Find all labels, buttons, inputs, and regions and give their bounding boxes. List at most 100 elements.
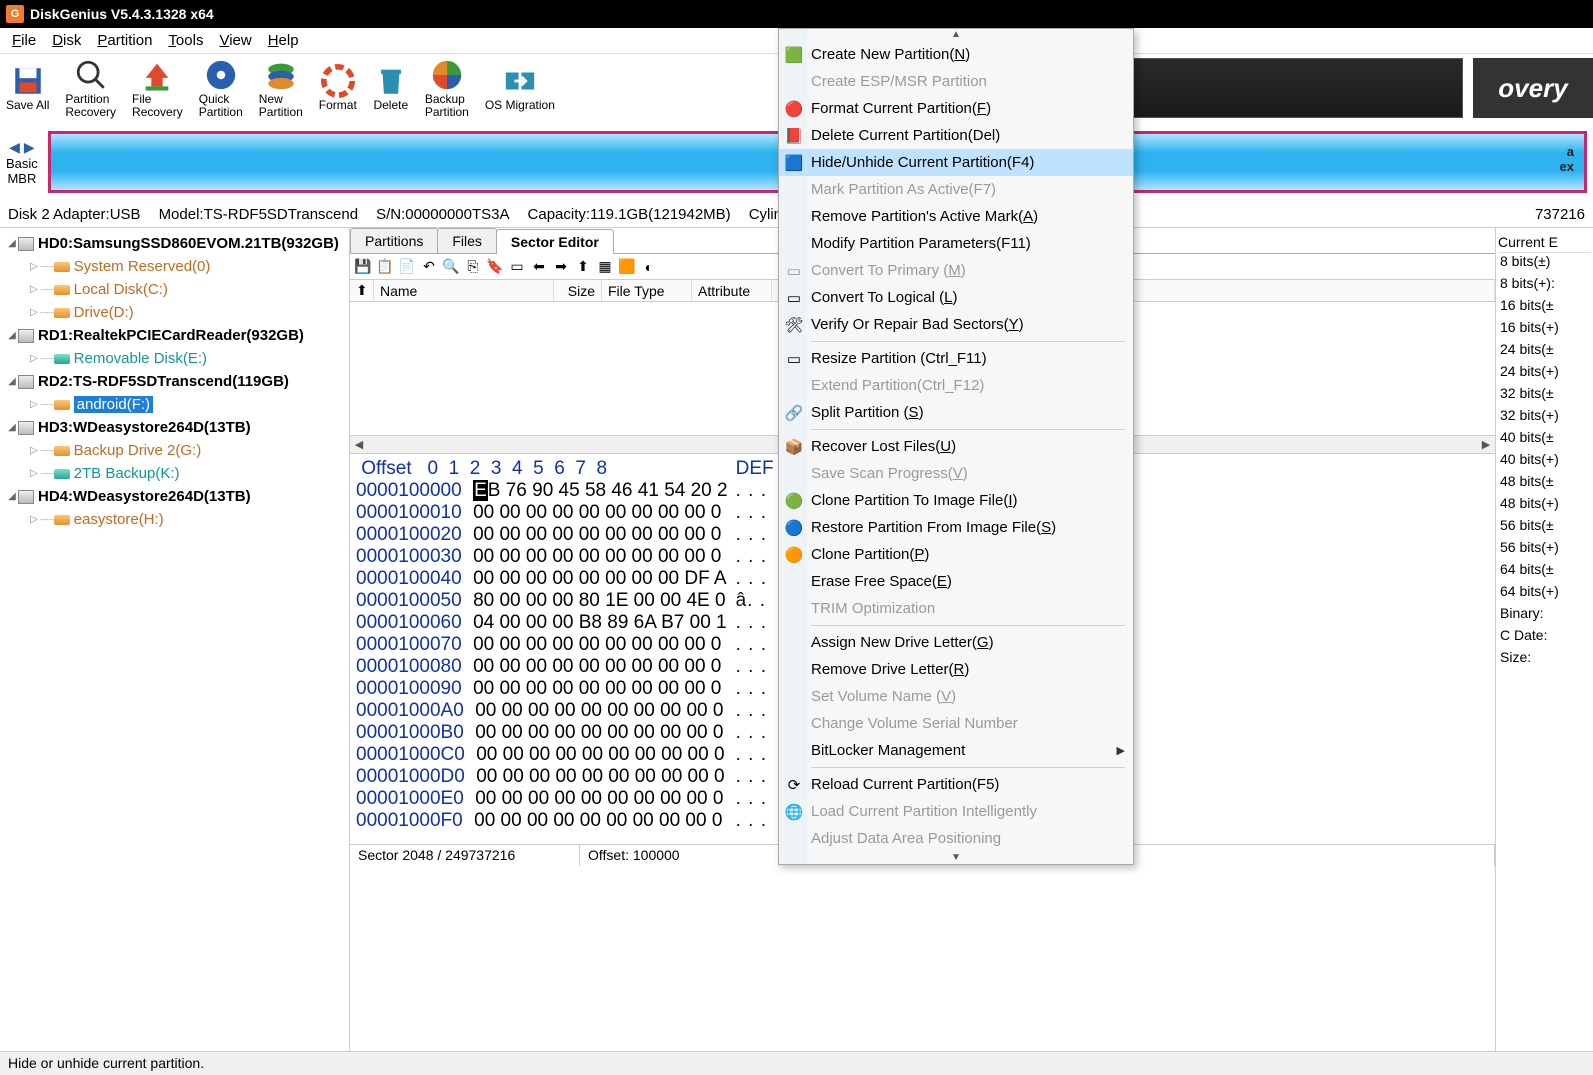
tree-volume-node[interactable]: ▷┈┈Backup Drive 2(G:): [2, 439, 347, 462]
ctx-item[interactable]: 📕Delete Current Partition(Del): [779, 122, 1133, 149]
ctx-item[interactable]: BitLocker Management▶: [779, 737, 1133, 764]
paste-icon[interactable]: 📄: [398, 258, 416, 276]
tree-volume-node[interactable]: ▷┈┈Drive(D:): [2, 301, 347, 324]
menu-view[interactable]: View: [211, 30, 259, 51]
tree-disk-node[interactable]: ◢HD4:WDeasystore264D(13TB): [2, 485, 347, 508]
nav-prev-icon[interactable]: ◀: [9, 139, 20, 156]
tb-new-partition[interactable]: New Partition: [259, 57, 303, 119]
menu-file[interactable]: File: [4, 30, 44, 51]
ctx-item[interactable]: Erase Free Space(E): [779, 568, 1133, 595]
col-name[interactable]: Name: [374, 280, 554, 301]
ctx-item[interactable]: 🔗Split Partition (S): [779, 399, 1133, 426]
tb-save-all[interactable]: Save All: [6, 63, 49, 112]
li-icon: 🌐: [785, 803, 803, 821]
menu-partition[interactable]: Partition: [89, 30, 160, 51]
ctx-item[interactable]: Remove Partition's Active Mark(A): [779, 203, 1133, 230]
ctx-item[interactable]: 📦Recover Lost Files(U): [779, 433, 1133, 460]
layers-icon: 🟩: [785, 46, 803, 64]
menu-scroll-up-icon[interactable]: ▲: [779, 29, 1133, 41]
tb-file-recovery[interactable]: File Recovery: [132, 57, 183, 119]
sector-icon[interactable]: ▭: [508, 258, 526, 276]
prev-icon[interactable]: ⬅: [530, 258, 548, 276]
ctx-item: Extend Partition(Ctrl_F12): [779, 372, 1133, 399]
migration-icon: [502, 63, 538, 99]
chart-icon[interactable]: ◐: [640, 258, 658, 276]
tb-os-migration[interactable]: OS Migration: [485, 63, 555, 112]
tb-delete[interactable]: Delete: [373, 63, 409, 112]
search-icon[interactable]: 🔍: [442, 258, 460, 276]
goto-icon[interactable]: ⎘: [464, 258, 482, 276]
menu-help[interactable]: Help: [260, 30, 307, 51]
ctx-item: Create ESP/MSR Partition: [779, 68, 1133, 95]
fmt-icon: 🔴: [785, 100, 803, 118]
copy-icon[interactable]: 📋: [376, 258, 394, 276]
tree-volume-node[interactable]: ▷┈┈2TB Backup(K:): [2, 462, 347, 485]
up-icon[interactable]: ⬆: [574, 258, 592, 276]
tree-volume-node[interactable]: ▷┈┈Removable Disk(E:): [2, 347, 347, 370]
status-bar: Hide or unhide current partition.: [0, 1051, 1593, 1075]
ctx-item[interactable]: 🟢Clone Partition To Image File(I): [779, 487, 1133, 514]
tb-backup-partition[interactable]: Backup Partition: [425, 57, 469, 119]
app-title: DiskGenius V5.4.3.1328 x64: [30, 6, 214, 22]
disk-nav: ◀▶ Basic MBR: [6, 139, 38, 186]
ctx-item: 🌐Load Current Partition Intelligently: [779, 798, 1133, 825]
banner-right: overy: [1473, 58, 1593, 118]
tab-partitions[interactable]: Partitions: [350, 228, 438, 253]
title-bar: G DiskGenius V5.4.3.1328 x64: [0, 0, 1593, 28]
rl-icon: ⟳: [785, 776, 803, 794]
menu-scroll-down-icon[interactable]: ▼: [779, 852, 1133, 864]
ctx-item[interactable]: 🔵Restore Partition From Image File(S): [779, 514, 1133, 541]
struct-icon[interactable]: ▦: [596, 258, 614, 276]
tree-disk-node[interactable]: ◢RD2:TS-RDF5SDTranscend(119GB): [2, 370, 347, 393]
tb-quick-partition[interactable]: Quick Partition: [199, 57, 243, 119]
ctx-item: Mark Partition As Active(F7): [779, 176, 1133, 203]
recovery-icon: [139, 57, 175, 93]
ctx-item[interactable]: Assign New Drive Letter(G): [779, 629, 1133, 656]
tree-volume-node[interactable]: ▷┈┈Local Disk(C:): [2, 278, 347, 301]
sp-icon: 🔗: [785, 404, 803, 422]
ctx-item[interactable]: ⟳Reload Current Partition(F5): [779, 771, 1133, 798]
calc-icon[interactable]: 🟧: [618, 258, 636, 276]
undo-icon[interactable]: ↶: [420, 258, 438, 276]
tree-disk-node[interactable]: ◢HD0:SamsungSSD860EVOM.21TB(932GB): [2, 232, 347, 255]
menu-tools[interactable]: Tools: [160, 30, 211, 51]
ctx-item[interactable]: ▭Resize Partition (Ctrl_F11): [779, 345, 1133, 372]
cln-icon: 🟢: [785, 492, 803, 510]
col-up-arrow-icon[interactable]: ⬆: [350, 280, 374, 301]
trash-icon: [373, 63, 409, 99]
menu-disk[interactable]: Disk: [44, 30, 89, 51]
pie-icon: [429, 57, 465, 93]
tree-volume-node[interactable]: ▷┈┈easystore(H:): [2, 508, 347, 531]
ctx-item[interactable]: ▭Convert To Logical (L): [779, 284, 1133, 311]
tab-files[interactable]: Files: [437, 228, 497, 253]
tree-volume-node[interactable]: ▷┈┈System Reserved(0): [2, 255, 347, 278]
app-logo-icon: G: [6, 5, 24, 23]
cl-icon: ▭: [785, 289, 803, 307]
clp-icon: 🟠: [785, 546, 803, 564]
hex-viewer[interactable]: Offset 0 1 2 3 4 5 6 7 8 0000100000 EB 7…: [350, 454, 734, 844]
ctx-item[interactable]: 🟠Clone Partition(P): [779, 541, 1133, 568]
ctx-item[interactable]: 🟩Create New Partition(N): [779, 41, 1133, 68]
ctx-item[interactable]: 🟦Hide/Unhide Current Partition(F4): [779, 149, 1133, 176]
col-file-type[interactable]: File Type: [602, 280, 692, 301]
tb-format[interactable]: Format: [319, 63, 357, 112]
tab-sector-editor[interactable]: Sector Editor: [496, 229, 614, 254]
ctx-item: Adjust Data Area Positioning: [779, 825, 1133, 852]
tree-volume-node[interactable]: ▷┈┈android(F:): [2, 393, 347, 416]
next-icon[interactable]: ➡: [552, 258, 570, 276]
partition-context-menu: ▲ 🟩Create New Partition(N)Create ESP/MSR…: [778, 28, 1134, 865]
ctx-item[interactable]: Remove Drive Letter(R): [779, 656, 1133, 683]
tree-disk-node[interactable]: ◢RD1:RealtekPCIECardReader(932GB): [2, 324, 347, 347]
tb-partition-recovery[interactable]: Partition Recovery: [65, 57, 116, 119]
tool-icon: 🛠: [785, 316, 803, 334]
save-icon[interactable]: 💾: [354, 258, 372, 276]
ctx-item[interactable]: 🛠Verify Or Repair Bad Sectors(Y): [779, 311, 1133, 338]
bookmark-icon[interactable]: 🔖: [486, 258, 504, 276]
col-size[interactable]: Size: [554, 280, 602, 301]
col-attribute[interactable]: Attribute: [692, 280, 772, 301]
disk-tree[interactable]: ◢HD0:SamsungSSD860EVOM.21TB(932GB)▷┈┈Sys…: [0, 228, 350, 1051]
ctx-item[interactable]: 🔴Format Current Partition(F): [779, 95, 1133, 122]
tree-disk-node[interactable]: ◢HD3:WDeasystore264D(13TB): [2, 416, 347, 439]
nav-next-icon[interactable]: ▶: [24, 139, 35, 156]
ctx-item[interactable]: Modify Partition Parameters(F11): [779, 230, 1133, 257]
